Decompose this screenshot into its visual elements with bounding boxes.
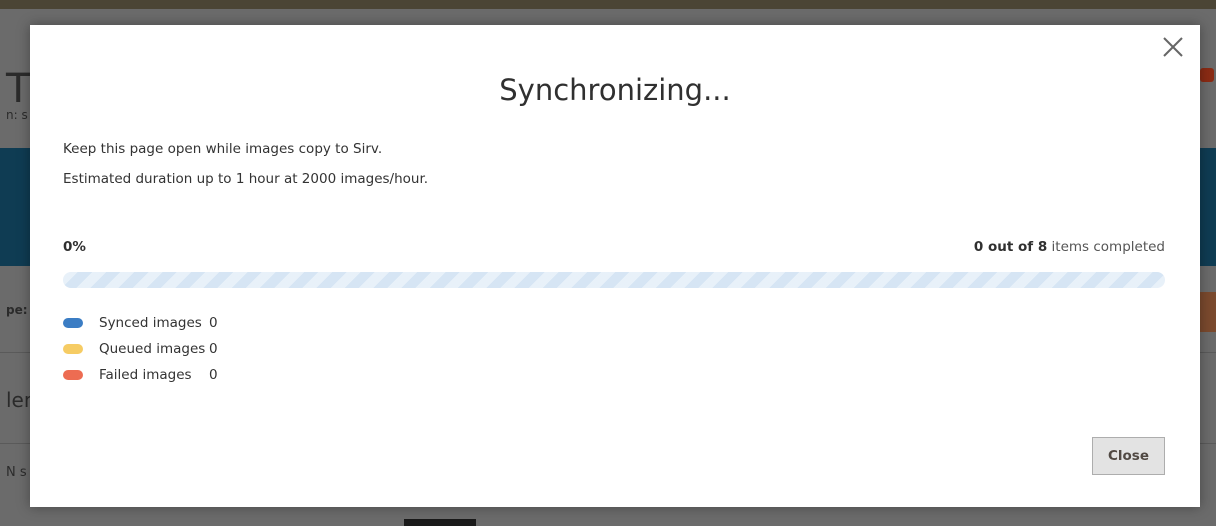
background-dark-button [404, 519, 476, 526]
completed-count-value: 0 out of 8 [973, 239, 1048, 255]
background-action-button [1198, 292, 1216, 332]
background-brand-icon [1200, 68, 1214, 82]
progress-percent: 0% [63, 239, 86, 255]
legend-item-synced: Synced images 0 [63, 310, 218, 336]
synced-color-dot [63, 318, 83, 328]
close-icon[interactable] [1161, 35, 1185, 59]
background-row-text: N s [6, 465, 27, 480]
legend-item-failed: Failed images 0 [63, 362, 218, 388]
legend-label: Synced images [99, 315, 202, 331]
modal-title: Synchronizing... [499, 73, 731, 107]
legend-label: Failed images [99, 367, 192, 383]
sync-legend: Synced images 0 Queued images 0 Failed i… [63, 310, 218, 388]
completed-count-suffix: items completed [1047, 239, 1165, 255]
description-line-2: Estimated duration up to 1 hour at 2000 … [63, 171, 429, 187]
queued-color-dot [63, 344, 83, 354]
background-type-label: pe: [6, 303, 28, 317]
completed-count: 0 out of 8 items completed [974, 239, 1165, 255]
description-line-1: Keep this page open while images copy to… [63, 141, 383, 157]
legend-item-queued: Queued images 0 [63, 336, 218, 362]
progress-bar [63, 272, 1165, 288]
sync-modal: Synchronizing... Keep this page open whi… [30, 25, 1200, 507]
background-top-bar [0, 0, 1216, 9]
legend-value: 0 [209, 315, 218, 331]
close-button[interactable]: Close [1092, 437, 1165, 475]
legend-label: Queued images [99, 341, 206, 357]
background-subtitle: n: s [6, 108, 28, 122]
legend-value: 0 [209, 341, 218, 357]
failed-color-dot [63, 370, 83, 380]
legend-value: 0 [209, 367, 218, 383]
